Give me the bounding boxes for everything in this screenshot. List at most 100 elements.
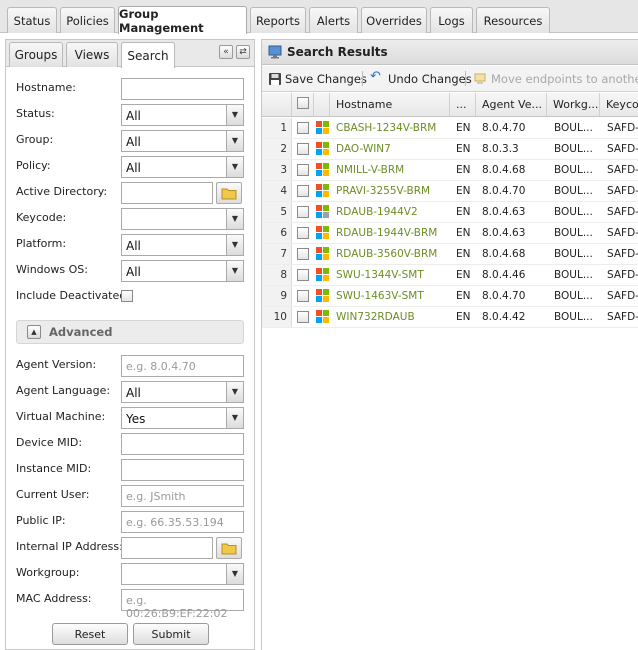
public-ip-input[interactable]: e.g. 66.35.53.194 <box>121 511 244 533</box>
tab-views[interactable]: Views <box>66 42 118 67</box>
windows-os-select[interactable]: All ▼ <box>121 260 244 282</box>
hostname-link[interactable]: RDAUB-1944V2 <box>336 206 450 218</box>
agent-version-column-header[interactable]: Agent Ve... <box>476 93 547 116</box>
table-row[interactable]: 2 DAO-WIN7 EN 8.0.3.3 BOUL... SAFD- <box>262 139 638 160</box>
tab-overrides[interactable]: Overrides <box>361 7 427 33</box>
row-checkbox[interactable] <box>297 269 309 281</box>
hostname-link[interactable]: WIN732RDAUB <box>336 311 450 323</box>
table-row[interactable]: 6 RDAUB-1944V-BRM EN 8.0.4.63 BOUL... SAFD- <box>262 223 638 244</box>
submit-button[interactable]: Submit <box>133 623 209 645</box>
row-checkbox[interactable] <box>297 122 309 134</box>
hostname-column-header[interactable]: Hostname <box>330 93 450 116</box>
browse-folder-button[interactable] <box>216 537 242 559</box>
platform-select[interactable]: All ▼ <box>121 234 244 256</box>
active-directory-row: Active Directory: <box>16 182 248 204</box>
keycode-column-header[interactable]: Keyco <box>600 93 638 116</box>
virtual-machine-select[interactable]: Yes ▼ <box>121 407 244 429</box>
hostname-link[interactable]: DAO-WIN7 <box>336 143 450 155</box>
table-row[interactable]: 8 SWU-1344V-SMT EN 8.0.4.46 BOUL... SAFD- <box>262 265 638 286</box>
row-checkbox[interactable] <box>297 206 309 218</box>
workgroup-select[interactable]: ▼ <box>121 563 244 585</box>
workgroup-row: Workgroup: ▼ <box>16 563 248 585</box>
hostname-link[interactable]: PRAVI-3255V-BRM <box>336 185 450 197</box>
chevron-down-icon[interactable]: ▼ <box>226 261 243 281</box>
policy-select[interactable]: All ▼ <box>121 156 244 178</box>
table-row[interactable]: 1 CBASH-1234V-BRM EN 8.0.4.70 BOUL... SAFD- <box>262 118 638 139</box>
undo-changes-button[interactable]: Undo Changes <box>388 72 472 86</box>
instance-mid-label: Instance MID: <box>16 462 92 475</box>
language-cell: EN <box>456 185 471 197</box>
tab-resources[interactable]: Resources <box>476 7 550 33</box>
collapse-panel-icon[interactable]: « <box>219 45 233 59</box>
table-row[interactable]: 3 NMILL-V-BRM EN 8.0.4.68 BOUL... SAFD- <box>262 160 638 181</box>
table-row[interactable]: 10 WIN732RDAUB EN 8.0.4.42 BOUL... SAFD- <box>262 307 638 328</box>
row-checkbox[interactable] <box>297 227 309 239</box>
chevron-down-icon[interactable]: ▼ <box>226 105 243 125</box>
row-checkbox[interactable] <box>297 248 309 260</box>
chevron-down-icon[interactable]: ▼ <box>226 382 243 402</box>
chevron-down-icon[interactable]: ▼ <box>226 209 243 229</box>
current-user-input[interactable]: e.g. JSmith <box>121 485 244 507</box>
chevron-down-icon[interactable]: ▼ <box>226 564 243 584</box>
keycode-cell: SAFD- <box>607 311 638 323</box>
row-number: 7 <box>280 248 287 260</box>
status-select[interactable]: All ▼ <box>121 104 244 126</box>
advanced-section-header[interactable]: ▲ Advanced <box>16 320 244 344</box>
mac-address-input[interactable]: e.g. 00:26:B9:EF:22:02 <box>121 589 244 620</box>
include-deactivated-checkbox[interactable] <box>121 290 133 302</box>
hostname-link[interactable]: SWU-1344V-SMT <box>336 269 450 281</box>
agent-version-cell: 8.0.4.68 <box>482 164 526 176</box>
chevron-down-icon[interactable]: ▼ <box>226 235 243 255</box>
hostname-input[interactable] <box>121 78 244 100</box>
tab-group-management[interactable]: Group Management <box>118 6 247 35</box>
device-mid-input[interactable] <box>121 433 244 455</box>
refresh-icon[interactable]: ⇄ <box>236 45 250 59</box>
tab-logs[interactable]: Logs <box>430 7 473 33</box>
select-all-checkbox[interactable] <box>297 97 309 109</box>
hostname-link[interactable]: RDAUB-3560V-BRM <box>336 248 450 260</box>
language-column-header[interactable]: ... <box>450 93 476 116</box>
agent-version-input[interactable]: e.g. 8.0.4.70 <box>121 355 244 377</box>
move-endpoints-button[interactable]: Move endpoints to another gro <box>491 72 638 86</box>
status-row: Status: All ▼ <box>16 104 248 126</box>
hostname-link[interactable]: RDAUB-1944V-BRM <box>336 227 450 239</box>
tab-status[interactable]: Status <box>7 7 57 33</box>
tab-alerts[interactable]: Alerts <box>309 7 358 33</box>
tab-search[interactable]: Search <box>121 42 175 68</box>
hostname-link[interactable]: SWU-1463V-SMT <box>336 290 450 302</box>
hostname-link[interactable]: NMILL-V-BRM <box>336 164 450 176</box>
internal-ip-input[interactable] <box>121 537 213 559</box>
hostname-link[interactable]: CBASH-1234V-BRM <box>336 122 450 134</box>
agent-language-select[interactable]: All ▼ <box>121 381 244 403</box>
table-row[interactable]: 5 RDAUB-1944V2 EN 8.0.4.63 BOUL... SAFD- <box>262 202 638 223</box>
windows-icon <box>316 163 330 177</box>
workgroup-cell: BOUL... <box>554 290 593 302</box>
tab-groups[interactable]: Groups <box>9 42 63 67</box>
row-checkbox[interactable] <box>297 311 309 323</box>
group-select[interactable]: All ▼ <box>121 130 244 152</box>
keycode-select[interactable]: ▼ <box>121 208 244 230</box>
save-changes-button[interactable]: Save Changes <box>285 72 367 86</box>
table-row[interactable]: 9 SWU-1463V-SMT EN 8.0.4.70 BOUL... SAFD- <box>262 286 638 307</box>
reset-button[interactable]: Reset <box>52 623 128 645</box>
row-checkbox[interactable] <box>297 164 309 176</box>
row-checkbox[interactable] <box>297 143 309 155</box>
instance-mid-input[interactable] <box>121 459 244 481</box>
active-directory-input[interactable] <box>121 182 213 204</box>
mac-address-row: MAC Address: e.g. 00:26:B9:EF:22:02 <box>16 589 248 620</box>
collapse-up-icon[interactable]: ▲ <box>27 325 41 339</box>
table-row[interactable]: 4 PRAVI-3255V-BRM EN 8.0.4.70 BOUL... SAFD- <box>262 181 638 202</box>
chevron-down-icon[interactable]: ▼ <box>226 131 243 151</box>
tab-policies[interactable]: Policies <box>60 7 115 33</box>
tab-reports[interactable]: Reports <box>250 7 306 33</box>
tab-label: Status <box>13 13 51 28</box>
browse-folder-button[interactable] <box>216 182 242 204</box>
virtual-machine-label: Virtual Machine: <box>16 410 106 423</box>
row-checkbox[interactable] <box>297 185 309 197</box>
chevron-down-icon[interactable]: ▼ <box>226 408 243 428</box>
workgroup-column-header[interactable]: Workg... <box>547 93 600 116</box>
row-checkbox[interactable] <box>297 290 309 302</box>
hostname-label: Hostname: <box>16 81 76 94</box>
chevron-down-icon[interactable]: ▼ <box>226 157 243 177</box>
table-row[interactable]: 7 RDAUB-3560V-BRM EN 8.0.4.68 BOUL... SAFD- <box>262 244 638 265</box>
